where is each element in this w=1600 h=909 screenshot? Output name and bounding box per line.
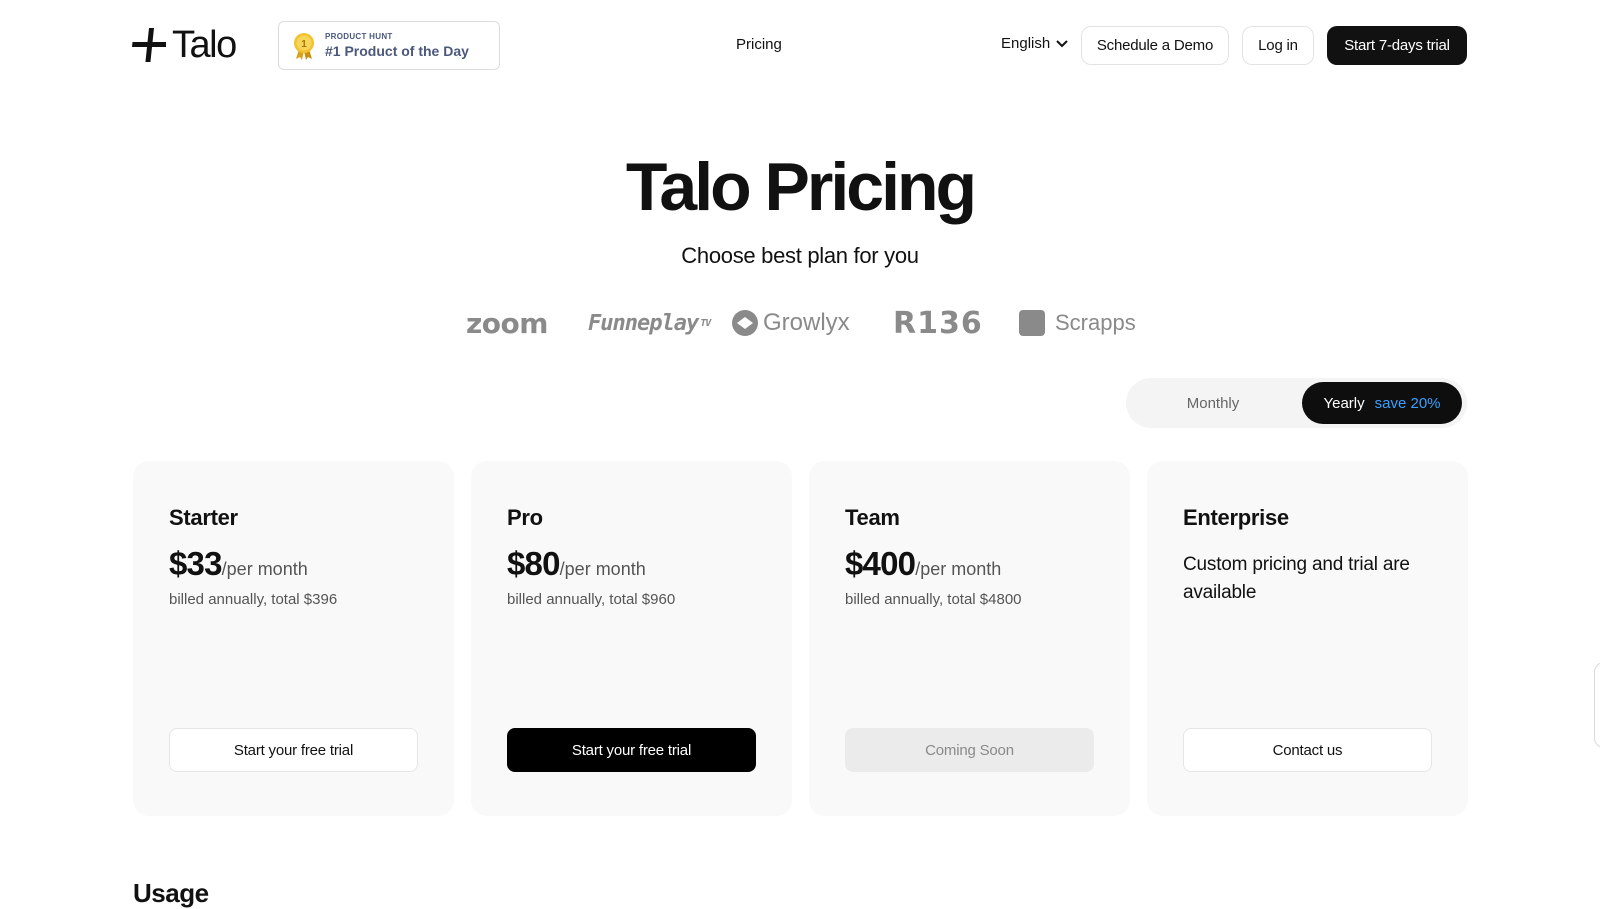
start-trial-button[interactable]: Start 7-days trial [1327, 26, 1467, 65]
schedule-demo-button[interactable]: Schedule a Demo [1081, 26, 1229, 65]
plan-name: Starter [169, 505, 238, 530]
plan-card-team: Team $400 /per month billed annually, to… [809, 461, 1130, 816]
growlyx-mark-icon [732, 310, 758, 336]
logo[interactable]: Talo [132, 23, 237, 66]
top-navigation: Talo 1 PRODUCT HUNT #1 Product of the Da… [0, 0, 1600, 90]
plan-price: $80 [507, 545, 560, 582]
price-period: /per month [221, 559, 308, 579]
plan-name: Team [845, 505, 900, 530]
price-row: $400 /per month [845, 545, 1001, 583]
nav-link-pricing[interactable]: Pricing [736, 36, 782, 53]
toggle-monthly[interactable]: Monthly [1126, 378, 1300, 428]
customer-logos: zoom Funneplay TV Growlyx R136 Scrapps [0, 303, 1600, 343]
zoom-logo: zoom [466, 306, 548, 340]
billing-note: billed annually, total $960 [507, 591, 676, 608]
plan-price: $33 [169, 545, 222, 582]
growlyx-logo: Growlyx [731, 303, 850, 343]
plan-card-starter: Starter $33 /per month billed annually, … [133, 461, 454, 816]
language-selector[interactable]: English [1001, 35, 1068, 52]
plan-price: $400 [845, 545, 916, 582]
pro-trial-button[interactable]: Start your free trial [507, 728, 756, 772]
funneplay-logo: Funneplay TV [588, 310, 711, 336]
page-title: Talo Pricing [625, 149, 977, 225]
scrapps-logo: Scrapps [1019, 303, 1136, 343]
price-row: $80 /per month [507, 545, 646, 583]
price-period: /per month [559, 559, 646, 579]
billing-period-toggle: Monthly Yearly save 20% [1126, 378, 1467, 428]
save-badge: save 20% [1374, 394, 1441, 412]
badge-caption: PRODUCT HUNT [325, 32, 393, 41]
chevron-down-icon [1056, 39, 1068, 47]
language-label: English [1001, 35, 1051, 52]
billing-note: billed annually, total $396 [169, 591, 338, 608]
login-button[interactable]: Log in [1242, 26, 1314, 65]
logo-text: Talo [172, 23, 237, 66]
price-period: /per month [915, 559, 1002, 579]
price-row: $33 /per month [169, 545, 308, 583]
plan-name: Pro [507, 505, 543, 530]
billing-note: billed annually, total $4800 [845, 591, 1022, 608]
badge-title: #1 Product of the Day [325, 43, 469, 59]
medal-icon: 1 [294, 32, 314, 60]
plan-description: Custom pricing and trial are available [1183, 554, 1410, 603]
toggle-yearly-label: Yearly [1323, 394, 1365, 412]
side-widget-tab[interactable] [1594, 662, 1600, 748]
plan-name: Enterprise [1183, 505, 1289, 530]
toggle-yearly[interactable]: Yearly save 20% [1302, 382, 1462, 424]
sparkle-logo-icon [132, 28, 166, 62]
coming-soon-button: Coming Soon [845, 728, 1094, 772]
plan-card-enterprise: Enterprise Custom pricing and trial are … [1147, 461, 1468, 816]
contact-us-button[interactable]: Contact us [1183, 728, 1432, 772]
page-subtitle: Choose best plan for you [681, 243, 919, 268]
scrapps-mark-icon [1019, 310, 1045, 336]
product-hunt-badge[interactable]: 1 PRODUCT HUNT #1 Product of the Day [278, 21, 500, 70]
plan-card-pro: Pro $80 /per month billed annually, tota… [471, 461, 792, 816]
svg-text:1: 1 [301, 39, 307, 50]
usage-heading: Usage [133, 878, 209, 908]
r136-logo: R136 [893, 305, 983, 341]
starter-trial-button[interactable]: Start your free trial [169, 728, 418, 772]
